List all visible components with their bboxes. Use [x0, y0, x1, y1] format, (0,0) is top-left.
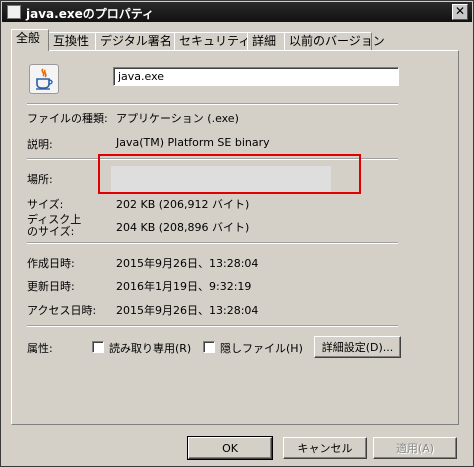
created-value: 2015年9月26日、13:28:04: [116, 257, 259, 270]
tab-details[interactable]: 詳細: [247, 32, 285, 50]
description-label: 説明:: [27, 138, 53, 151]
location-label: 場所:: [27, 173, 53, 186]
accessed-value: 2015年9月26日、13:28:04: [116, 304, 259, 317]
highlight-box: [98, 154, 361, 194]
hidden-label[interactable]: 隠しファイル(H): [220, 340, 303, 356]
file-icon: [7, 5, 21, 19]
accessed-label: アクセス日時:: [27, 304, 97, 317]
separator: [27, 242, 398, 244]
readonly-label[interactable]: 読み取り専用(R): [109, 340, 191, 356]
general-panel: ファイルの種類: アプリケーション (.exe) 説明: Java(TM) Pl…: [11, 50, 459, 425]
hidden-checkbox[interactable]: [203, 341, 215, 353]
cancel-button[interactable]: キャンセル: [283, 437, 367, 459]
description-value: Java(TM) Platform SE binary: [116, 136, 270, 149]
disk-size-value: 204 KB (208,896 バイト): [116, 221, 250, 234]
close-button[interactable]: ✕: [452, 4, 468, 20]
properties-dialog: java.exeのプロパティ ✕ 全般 互換性 デジタル署名 セキュリティ 詳細…: [0, 0, 474, 467]
tab-digital-signatures[interactable]: デジタル署名: [95, 32, 175, 50]
attributes-label: 属性:: [27, 342, 53, 355]
readonly-checkbox[interactable]: [92, 341, 104, 353]
tab-general[interactable]: 全般: [11, 29, 49, 51]
size-value: 202 KB (206,912 バイト): [116, 198, 250, 211]
title-bar[interactable]: java.exeのプロパティ ✕: [2, 2, 472, 22]
file-name-input[interactable]: [113, 67, 399, 86]
ok-button[interactable]: OK: [187, 436, 273, 460]
separator: [27, 325, 398, 327]
tab-previous-versions[interactable]: 以前のバージョン: [284, 32, 385, 50]
size-label: サイズ:: [27, 198, 64, 211]
type-value: アプリケーション (.exe): [116, 112, 239, 125]
window-title: java.exeのプロパティ: [26, 7, 154, 21]
close-icon: ✕: [454, 4, 466, 18]
apply-button[interactable]: 適用(A): [373, 437, 457, 459]
modified-label: 更新日時:: [27, 280, 75, 293]
disk-size-label: ディスク上 のサイズ:: [27, 214, 81, 238]
java-app-icon: [29, 64, 59, 94]
disk-size-label-line2: のサイズ:: [27, 225, 75, 238]
advanced-button[interactable]: 詳細設定(D)...: [314, 336, 401, 358]
created-label: 作成日時:: [27, 257, 75, 270]
tab-compatibility[interactable]: 互換性: [48, 32, 96, 50]
tab-security[interactable]: セキュリティ: [174, 32, 250, 50]
type-label: ファイルの種類:: [27, 112, 108, 125]
modified-value: 2016年1月19日、9:32:19: [116, 280, 252, 293]
separator: [27, 103, 398, 105]
